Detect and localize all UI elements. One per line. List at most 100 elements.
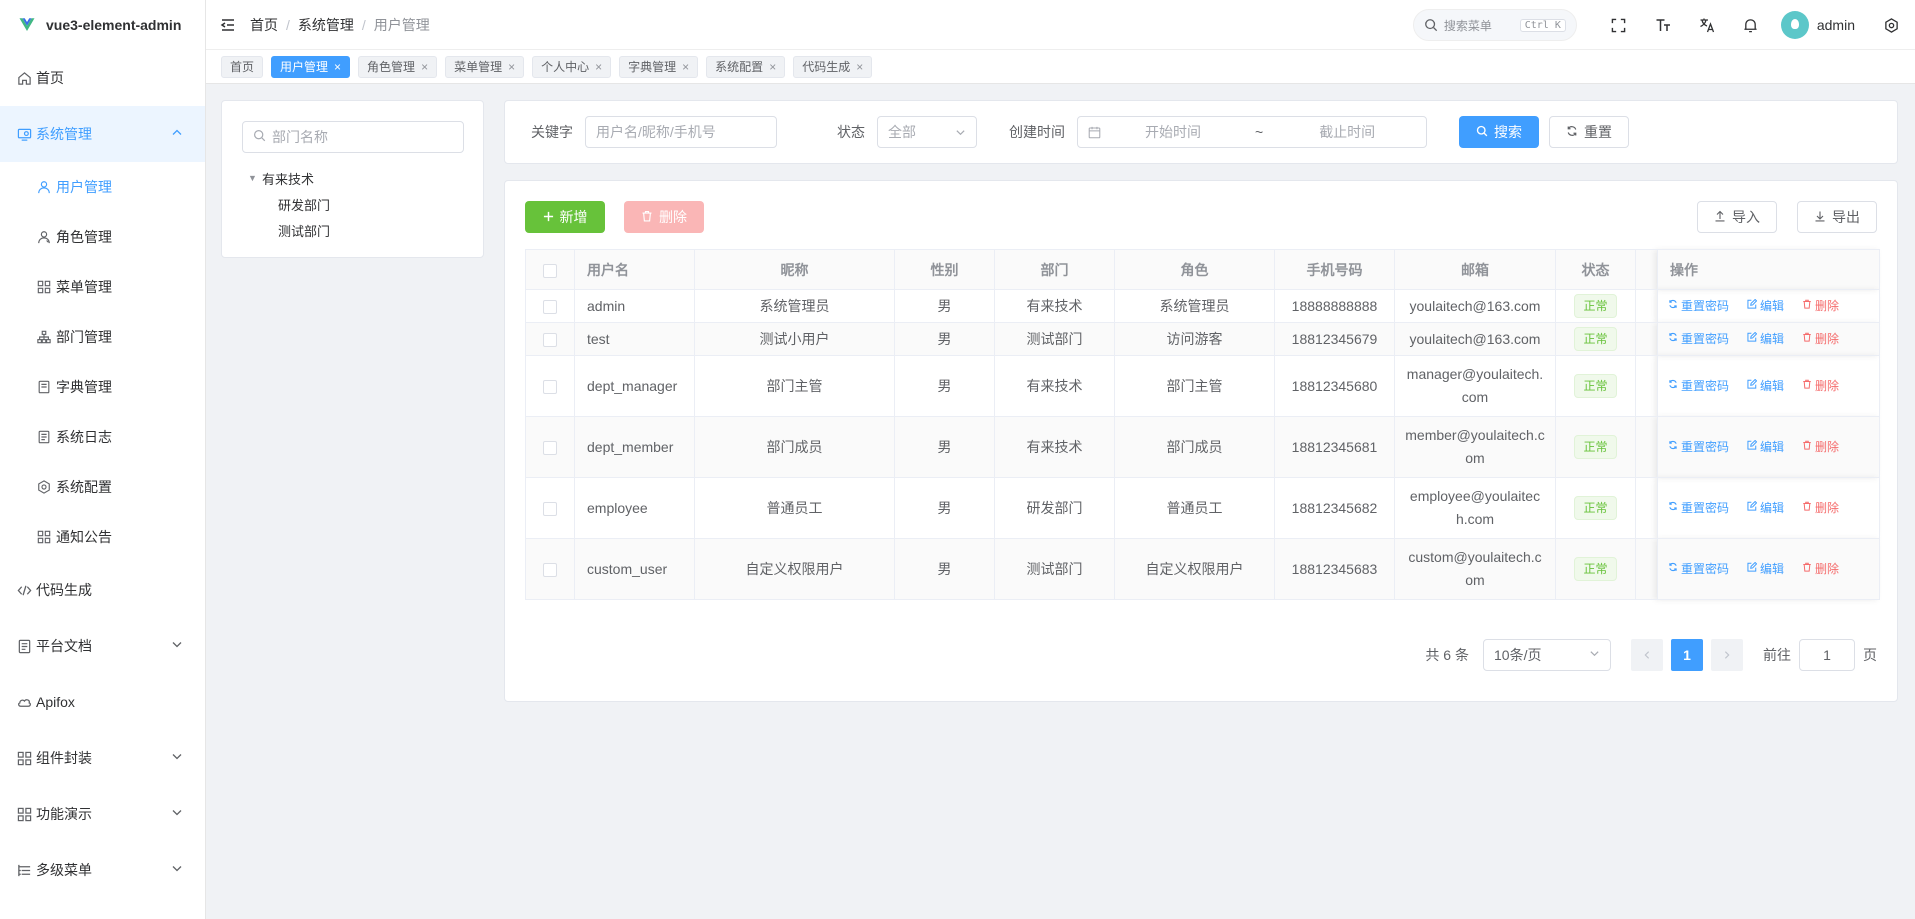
tag-dict[interactable]: 字典管理 × [619, 55, 699, 78]
delete-row-button[interactable]: 删除 [1802, 558, 1839, 581]
sidebar-item-notice[interactable]: 通知公告 [0, 512, 205, 562]
add-user-button[interactable]: 新增 [525, 201, 605, 233]
row-checkbox[interactable] [543, 332, 557, 347]
fullscreen-icon[interactable] [1597, 0, 1641, 50]
row-checkbox[interactable] [543, 379, 557, 394]
edit-button[interactable]: 编辑 [1747, 328, 1784, 351]
reset-password-button[interactable]: 重置密码 [1668, 328, 1729, 351]
tag-config[interactable]: 系统配置 × [706, 55, 786, 78]
date-range-picker[interactable]: 开始时间 ~ 截止时间 [1077, 116, 1427, 148]
close-icon[interactable]: × [682, 60, 689, 74]
sidebar-item-config[interactable]: 系统配置 [0, 462, 205, 512]
sidebar-item-logs[interactable]: 系统日志 [0, 412, 205, 462]
tag-roles[interactable]: 角色管理 × [358, 55, 438, 78]
delete-selected-button[interactable]: 删除 [624, 201, 704, 233]
edit-button[interactable]: 编辑 [1747, 375, 1784, 398]
goto-page-input[interactable]: 1 [1799, 639, 1855, 671]
cell-role: 普通员工 [1114, 477, 1275, 539]
select-all-checkbox[interactable] [543, 263, 557, 278]
reset-password-button[interactable]: 重置密码 [1668, 558, 1729, 581]
cell-status: 正常 [1555, 289, 1636, 323]
reset-password-label: 重置密码 [1681, 331, 1730, 346]
delete-row-button[interactable]: 删除 [1802, 375, 1839, 398]
settings-icon[interactable] [1875, 0, 1907, 50]
close-icon[interactable]: × [508, 60, 515, 74]
sidebar-item-components[interactable]: 组件封装 [0, 730, 205, 786]
tree-node-root[interactable]: ▼ 有来技术 [248, 165, 330, 191]
search-icon [1424, 18, 1438, 32]
delete-row-button[interactable]: 删除 [1802, 328, 1839, 351]
close-icon[interactable]: × [334, 60, 341, 74]
delete-row-button[interactable]: 删除 [1802, 295, 1839, 318]
delete-row-button[interactable]: 删除 [1802, 436, 1839, 459]
tag-menus[interactable]: 菜单管理 × [445, 55, 525, 78]
user-menu[interactable]: admin [1780, 11, 1855, 39]
bell-icon[interactable] [1729, 0, 1773, 50]
tag-label: 个人中心 [541, 60, 590, 74]
row-checkbox[interactable] [543, 501, 557, 516]
edit-button[interactable]: 编辑 [1747, 497, 1784, 520]
status-select[interactable]: 全部 [877, 116, 977, 148]
sidebar-item-depts[interactable]: 部门管理 [0, 312, 205, 362]
sidebar-item-docs[interactable]: 平台文档 [0, 618, 205, 674]
reset-button[interactable]: 重置 [1549, 116, 1629, 148]
row-checkbox[interactable] [543, 440, 557, 455]
collapse-menu-icon[interactable] [206, 17, 250, 33]
import-button[interactable]: 导入 [1697, 201, 1777, 233]
chevron-down-icon [1589, 648, 1600, 662]
sidebar-item-home[interactable]: 首页 [0, 50, 205, 106]
edit-button[interactable]: 编辑 [1747, 558, 1784, 581]
prev-page-button[interactable] [1631, 639, 1663, 671]
dept-search-input[interactable]: 部门名称 [242, 121, 464, 153]
tree-node[interactable]: 测试部门 [248, 217, 330, 243]
reset-password-button[interactable]: 重置密码 [1668, 375, 1729, 398]
page-number-button[interactable]: 1 [1671, 639, 1703, 671]
tag-users[interactable]: 用户管理 × [271, 55, 351, 78]
table-row: dept_manager 部门主管男有来技术 部门主管 18812345680 mana… [525, 355, 1880, 417]
search-button[interactable]: 搜索 [1459, 116, 1539, 148]
sidebar-item-multilevel[interactable]: 多级菜单 [0, 842, 205, 898]
next-page-button[interactable] [1711, 639, 1743, 671]
export-button[interactable]: 导出 [1797, 201, 1877, 233]
sidebar-item-codegen[interactable]: 代码生成 [0, 562, 205, 618]
start-time-placeholder[interactable]: 开始时间 [1145, 122, 1201, 142]
font-size-icon[interactable] [1641, 0, 1685, 50]
sidebar-item-menus[interactable]: 菜单管理 [0, 262, 205, 312]
menu-search[interactable]: 搜索菜单 Ctrl K [1412, 9, 1577, 41]
sidebar-item-demo[interactable]: 功能演示 [0, 786, 205, 842]
tree-node[interactable]: 研发部门 [248, 191, 330, 217]
delete-row-button[interactable]: 删除 [1802, 497, 1839, 520]
reset-password-button[interactable]: 重置密码 [1668, 497, 1729, 520]
close-icon[interactable]: × [595, 60, 602, 74]
close-icon[interactable]: × [769, 60, 776, 74]
row-checkbox[interactable] [543, 562, 557, 577]
breadcrumb-home[interactable]: 首页 [250, 15, 278, 35]
close-icon[interactable]: × [421, 60, 428, 74]
tag-home[interactable]: 首页 [221, 55, 264, 78]
cell-status: 正常 [1555, 538, 1636, 600]
cell-role: 访问游客 [1114, 322, 1275, 356]
reset-password-button[interactable]: 重置密码 [1668, 436, 1729, 459]
cell-nickname: 自定义权限用户 [694, 538, 895, 600]
reset-password-label: 重置密码 [1681, 378, 1730, 393]
caret-down-icon[interactable]: ▼ [248, 173, 262, 183]
close-icon[interactable]: × [856, 60, 863, 74]
row-checkbox[interactable] [543, 299, 557, 314]
sidebar-item-system[interactable]: 系统管理 [0, 106, 205, 162]
tag-codegen[interactable]: 代码生成 × [793, 55, 873, 78]
logo[interactable]: vue3-element-admin [0, 0, 205, 50]
breadcrumb-system[interactable]: 系统管理 [298, 15, 354, 35]
tag-label: 首页 [230, 60, 255, 74]
sidebar-item-roles[interactable]: 角色管理 [0, 212, 205, 262]
keyword-input[interactable]: 用户名/昵称/手机号 [585, 116, 777, 148]
sidebar-item-apifox[interactable]: Apifox [0, 674, 205, 730]
page-size-select[interactable]: 10条/页 [1483, 639, 1611, 671]
sidebar-item-dict[interactable]: 字典管理 [0, 362, 205, 412]
sidebar-item-users[interactable]: 用户管理 [0, 162, 205, 212]
tag-profile[interactable]: 个人中心 × [532, 55, 612, 78]
edit-button[interactable]: 编辑 [1747, 295, 1784, 318]
end-time-placeholder[interactable]: 截止时间 [1319, 122, 1375, 142]
language-icon[interactable] [1685, 0, 1729, 50]
edit-button[interactable]: 编辑 [1747, 436, 1784, 459]
reset-password-button[interactable]: 重置密码 [1668, 295, 1729, 318]
